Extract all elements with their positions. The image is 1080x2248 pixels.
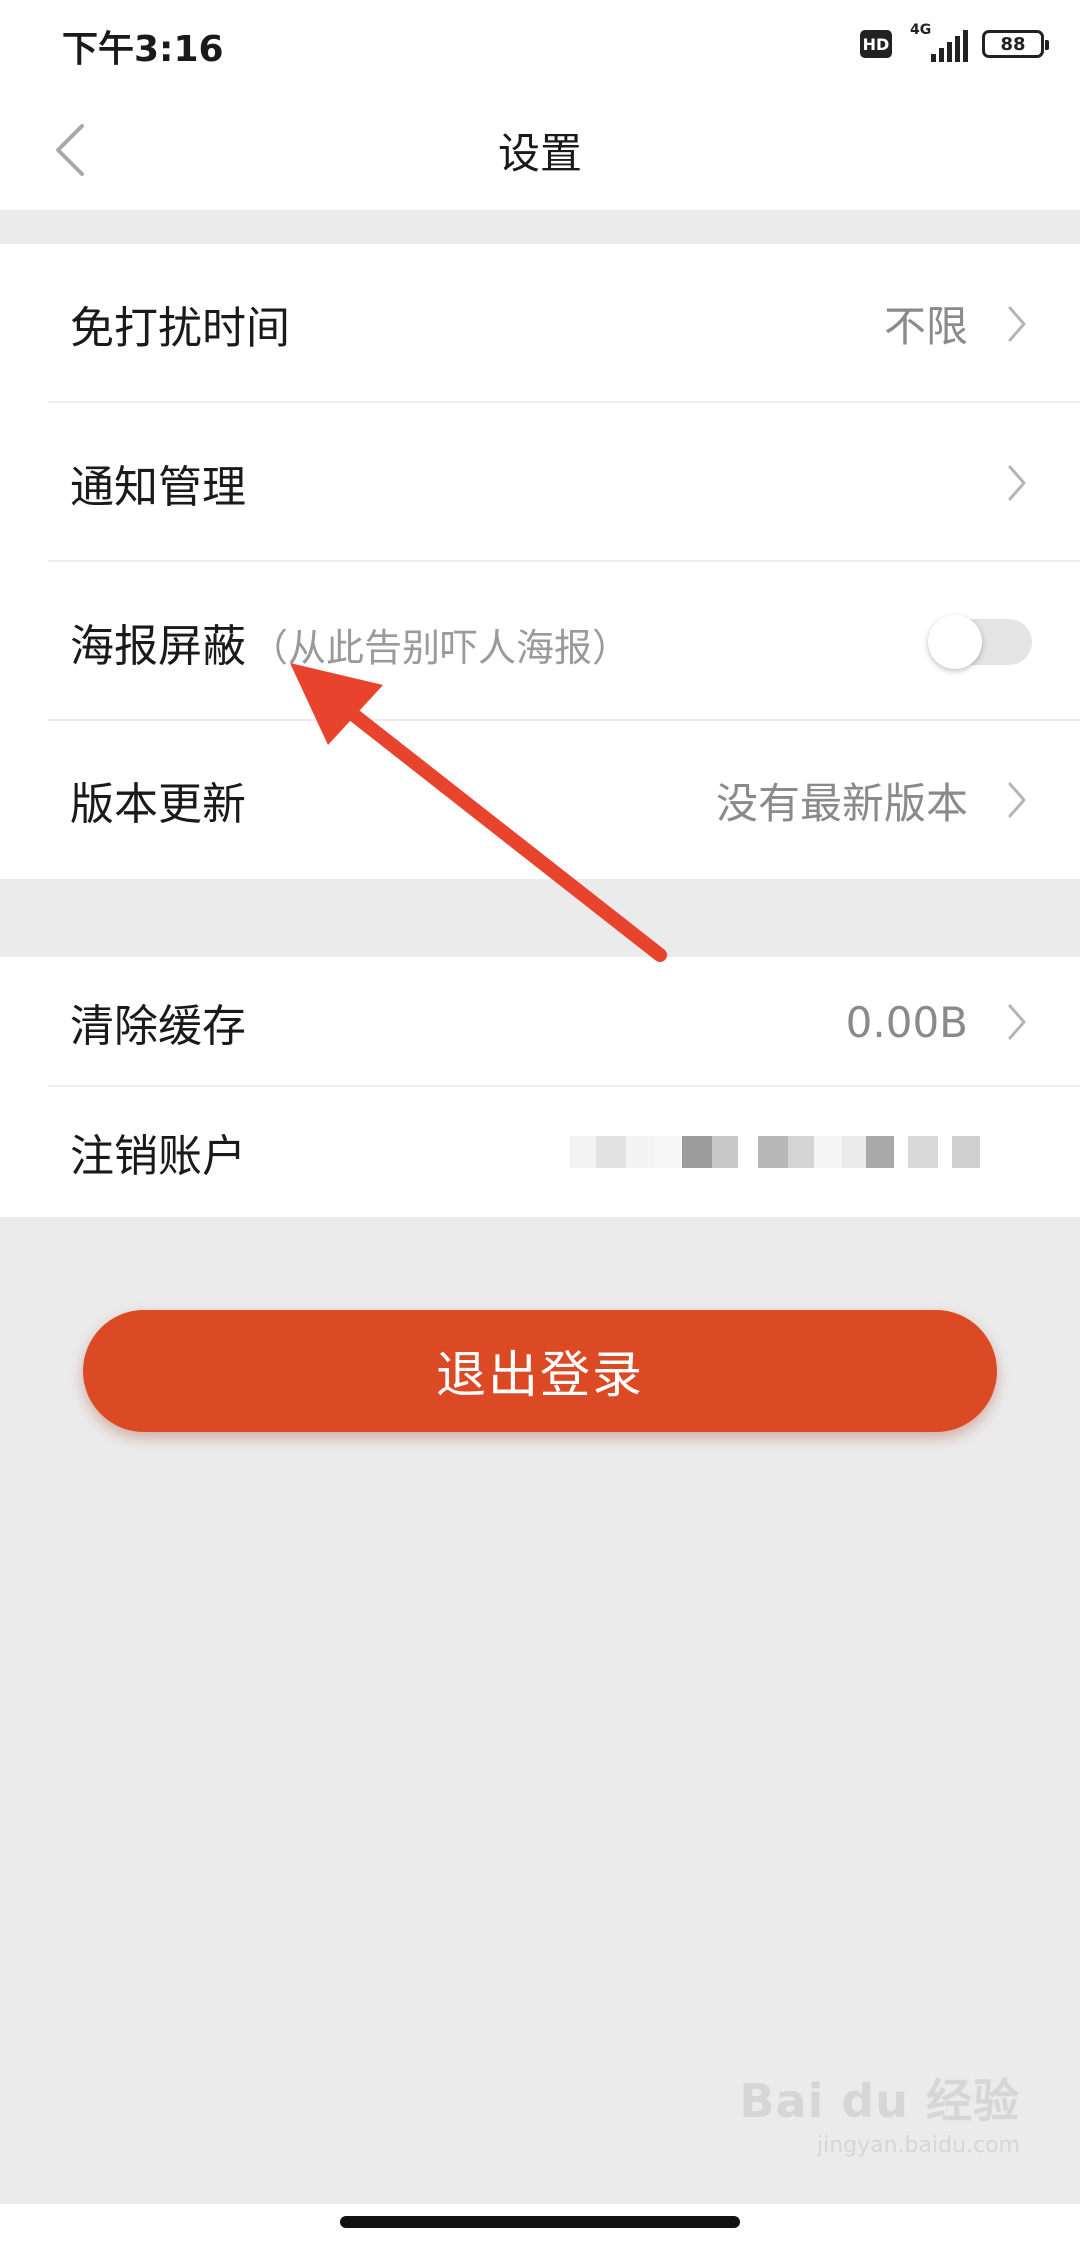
settings-group-account: 清除缓存 0.00B 注销账户 xyxy=(0,957,1080,1217)
row-label: 免打扰时间 xyxy=(70,302,290,354)
settings-row-notifications[interactable]: 通知管理 xyxy=(0,403,1080,562)
row-label: 海报屏蔽 （从此告别吓人海报） xyxy=(70,610,630,674)
page-title: 设置 xyxy=(497,129,582,178)
chevron-right-icon xyxy=(1002,778,1032,822)
settings-row-version-update[interactable]: 版本更新 没有最新版本 xyxy=(0,721,1080,879)
toggle-knob xyxy=(928,614,982,669)
row-value: 不限 xyxy=(883,302,968,351)
home-indicator[interactable] xyxy=(340,2216,740,2228)
header: 设置 xyxy=(0,90,1080,210)
chevron-right-icon xyxy=(1002,302,1032,346)
hd-icon: HD xyxy=(860,30,892,58)
row-label: 清除缓存 xyxy=(70,1001,246,1052)
status-bar: 下午3:16 HD 4G 88 xyxy=(0,0,1080,90)
watermark: Bai du 经验 jingyan.baidu.com xyxy=(739,2065,1020,2158)
settings-row-deactivate-account[interactable]: 注销账户 xyxy=(0,1087,1080,1217)
settings-row-clear-cache[interactable]: 清除缓存 0.00B xyxy=(0,957,1080,1087)
watermark-logo: Bai du 经验 xyxy=(739,2074,1020,2128)
row-label: 版本更新 xyxy=(70,779,246,830)
poster-block-toggle[interactable] xyxy=(928,614,1032,669)
battery-level: 88 xyxy=(1000,33,1026,55)
poster-block-label: 海报屏蔽 xyxy=(70,620,246,672)
signal-icon: 4G xyxy=(906,22,968,62)
poster-block-hint: （从此告别吓人海报） xyxy=(250,625,631,670)
settings-row-poster-block: 海报屏蔽 （从此告别吓人海报） xyxy=(0,562,1080,721)
chevron-right-icon xyxy=(1002,461,1032,505)
row-value: 没有最新版本 xyxy=(715,778,968,828)
watermark-url: jingyan.baidu.com xyxy=(816,2133,1020,2158)
row-label: 注销账户 xyxy=(70,1131,246,1182)
status-icons: HD 4G 88 xyxy=(860,22,1049,62)
logout-button[interactable]: 退出登录 xyxy=(83,1310,997,1432)
chevron-right-icon xyxy=(1002,1000,1032,1044)
status-time: 下午3:16 xyxy=(62,29,224,70)
network-type-label: 4G xyxy=(910,22,932,38)
redacted-account-info xyxy=(570,1136,980,1168)
row-label: 通知管理 xyxy=(70,461,246,513)
row-value: 0.00B xyxy=(845,997,968,1047)
settings-row-dnd-time[interactable]: 免打扰时间 不限 xyxy=(0,244,1080,403)
settings-group-general: 免打扰时间 不限 通知管理 海报屏蔽 （从此告别吓人海报） 版本更新 没有最新版本 xyxy=(0,244,1080,879)
battery-icon: 88 xyxy=(982,30,1049,58)
